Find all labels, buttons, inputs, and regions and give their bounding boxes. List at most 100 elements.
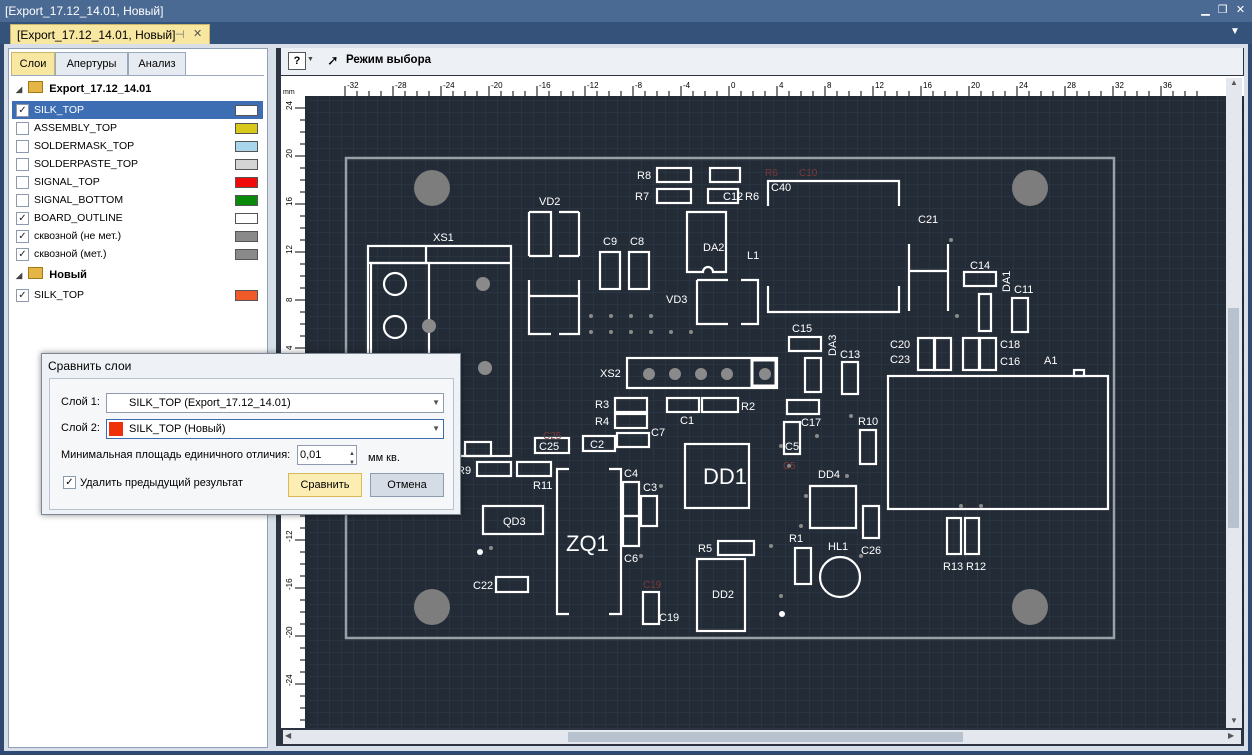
horizontal-scrollbar[interactable]: ◀ ▶ <box>283 730 1241 744</box>
layer-row[interactable]: SOLDERPASTE_TOP <box>12 155 263 173</box>
layer-name: SILK_TOP <box>34 104 84 116</box>
vertical-scrollbar[interactable]: ▲ ▼ <box>1226 78 1242 728</box>
label-r7: R7 <box>635 191 649 203</box>
layer-color-swatch[interactable] <box>235 290 258 301</box>
label-c7: C7 <box>651 427 665 439</box>
tab-analysis[interactable]: Анализ <box>128 52 186 75</box>
ruler-x-label: -20 <box>491 81 503 90</box>
layer-visibility-checkbox[interactable]: ✓ <box>16 248 29 261</box>
delete-prev-checkbox[interactable]: ✓ <box>63 476 76 489</box>
label-l1: L1 <box>747 250 759 262</box>
ruler-horizontal <box>281 76 1244 96</box>
ruler-y-label: 8 <box>285 297 294 302</box>
scroll-right-icon[interactable]: ▶ <box>1228 731 1234 740</box>
layer-row[interactable]: ✓ SILK_TOP <box>12 101 263 119</box>
tab-layers[interactable]: Слои <box>11 52 55 75</box>
layer-visibility-checkbox[interactable]: ✓ <box>16 104 29 117</box>
label-da3: DA3 <box>827 335 839 356</box>
layer-visibility-checkbox[interactable] <box>16 158 29 171</box>
layer-visibility-checkbox[interactable] <box>16 176 29 189</box>
svg-text:C5: C5 <box>783 461 796 472</box>
tab-list-chevron-icon[interactable]: ▼ <box>1230 26 1240 37</box>
layer-row[interactable]: ✓ сквозной (мет.) <box>12 245 263 263</box>
label-r2: R2 <box>741 401 755 413</box>
label-dd4: DD4 <box>818 469 840 481</box>
compare-button[interactable]: Сравнить <box>288 473 362 497</box>
help-dropdown-chevron-icon[interactable]: ▼ <box>307 56 314 63</box>
label-c16: C16 <box>1000 356 1020 368</box>
layer-visibility-checkbox[interactable]: ✓ <box>16 289 29 302</box>
tree-group-export[interactable]: ◢ Export_17.12_14.01 <box>16 80 151 98</box>
layer-row[interactable]: SIGNAL_TOP <box>12 173 263 191</box>
layer-visibility-checkbox[interactable] <box>16 140 29 153</box>
layer-color-swatch[interactable] <box>235 159 258 170</box>
minimize-icon[interactable]: ▁ <box>1198 3 1213 18</box>
layer-visibility-checkbox[interactable]: ✓ <box>16 212 29 225</box>
layer-color-swatch[interactable] <box>235 123 258 134</box>
mounting-hole <box>1012 170 1048 206</box>
svg-text:C19: C19 <box>643 580 662 591</box>
layer-color-swatch[interactable] <box>235 195 258 206</box>
layer-color-swatch[interactable] <box>235 105 258 116</box>
layer-name: сквозной (не мет.) <box>34 230 122 242</box>
label-c15: C15 <box>792 323 812 335</box>
ruler-x-label: 8 <box>827 81 832 90</box>
label-r4: R4 <box>595 416 609 428</box>
cancel-button[interactable]: Отмена <box>370 473 444 497</box>
tab-apertures[interactable]: Апертуры <box>55 52 128 75</box>
document-tab[interactable]: [Export_17.12_14.01, Новый] ⊣ ✕ <box>10 24 210 45</box>
vertical-scroll-thumb[interactable] <box>1228 308 1239 528</box>
scroll-left-icon[interactable]: ◀ <box>285 731 291 740</box>
close-icon[interactable]: ✕ <box>1233 3 1248 18</box>
label-zq1: ZQ1 <box>566 531 609 556</box>
label-dd2: DD2 <box>712 589 734 601</box>
layer-color-swatch[interactable] <box>235 177 258 188</box>
layer-row[interactable]: ✓ сквозной (не мет.) <box>12 227 263 245</box>
layer2-select[interactable]: SILK_TOP (Новый) ▼ <box>106 419 444 439</box>
ruler-y-label: 24 <box>285 101 294 110</box>
layer-color-swatch[interactable] <box>235 141 258 152</box>
chevron-down-icon[interactable]: ▼ <box>432 420 440 438</box>
pin-icon[interactable]: ⊣ <box>175 28 185 41</box>
label-c3: C3 <box>643 482 657 494</box>
chevron-down-icon[interactable]: ▼ <box>432 394 440 412</box>
layer-visibility-checkbox[interactable]: ✓ <box>16 230 29 243</box>
layer-row[interactable]: SIGNAL_BOTTOM <box>12 191 263 209</box>
dialog-title: Сравнить слои <box>48 359 132 373</box>
restore-icon[interactable]: ❐ <box>1215 3 1230 18</box>
mounting-hole <box>414 589 450 625</box>
tab-divider <box>11 75 264 76</box>
label-r6: R6 <box>745 191 759 203</box>
scroll-up-icon[interactable]: ▲ <box>1230 78 1238 87</box>
layer-color-swatch[interactable] <box>235 213 258 224</box>
layer-visibility-checkbox[interactable] <box>16 194 29 207</box>
collapse-arrow-icon[interactable]: ◢ <box>16 85 22 94</box>
mounting-hole <box>414 170 450 206</box>
help-icon[interactable]: ? <box>288 52 306 70</box>
label-r8: R8 <box>637 170 651 182</box>
collapse-arrow-icon[interactable]: ◢ <box>16 271 22 280</box>
layer-visibility-checkbox[interactable] <box>16 122 29 135</box>
layer-row[interactable]: ✓ SILK_TOP <box>12 286 263 304</box>
layer-color-swatch[interactable] <box>235 231 258 242</box>
label-qd3: QD3 <box>503 516 526 528</box>
layer-row[interactable]: SOLDERMASK_TOP <box>12 137 263 155</box>
label-vd3: VD3 <box>666 294 687 306</box>
ruler-x-label: 0 <box>731 81 736 90</box>
tab-close-icon[interactable]: ✕ <box>193 27 202 40</box>
scroll-down-icon[interactable]: ▼ <box>1230 716 1238 725</box>
layer-name: SOLDERMASK_TOP <box>34 140 135 152</box>
layer-row[interactable]: ASSEMBLY_TOP <box>12 119 263 137</box>
min-area-input[interactable]: 0,01 ▲ ▼ <box>297 445 357 466</box>
spin-down-icon[interactable]: ▼ <box>349 454 355 472</box>
layer-color-swatch[interactable] <box>235 249 258 260</box>
layer1-select[interactable]: SILK_TOP (Export_17.12_14.01) ▼ <box>106 393 444 413</box>
ruler-x-label: 4 <box>779 81 784 90</box>
label-c9: C9 <box>603 236 617 248</box>
layer-name: BOARD_OUTLINE <box>34 212 123 224</box>
layer-row[interactable]: ✓ BOARD_OUTLINE <box>12 209 263 227</box>
layer-name: SIGNAL_TOP <box>34 176 100 188</box>
label-c40: C40 <box>771 182 791 194</box>
tree-group-new[interactable]: ◢ Новый <box>16 266 87 284</box>
horizontal-scroll-thumb[interactable] <box>568 732 963 742</box>
